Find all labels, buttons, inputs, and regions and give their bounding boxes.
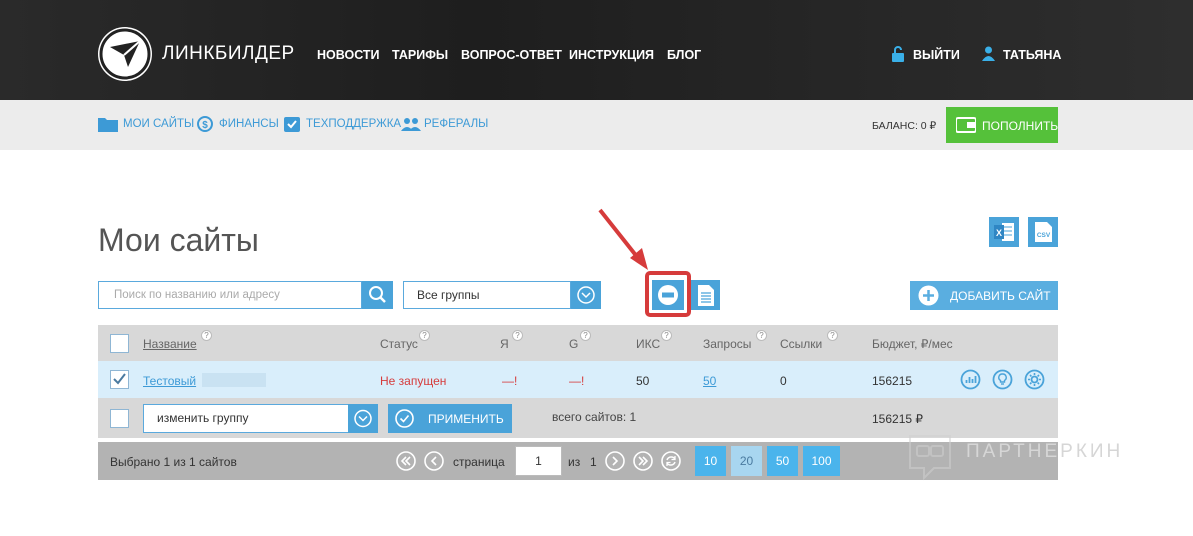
per-page-20[interactable]: 20: [731, 446, 762, 476]
nav-tariffs[interactable]: ТАРИФЫ: [392, 48, 448, 62]
add-site-label: ДОБАВИТЬ САЙТ: [950, 289, 1051, 303]
help-icon[interactable]: ?: [201, 330, 212, 341]
watermark-text: ПАРТНЕРКИН: [966, 441, 1124, 462]
apply-label: ПРИМЕНИТЬ: [428, 412, 504, 426]
change-group-select[interactable]: изменить группу: [143, 404, 349, 433]
help-icon[interactable]: ?: [580, 330, 591, 341]
svg-text:$: $: [202, 120, 208, 131]
chevron-down-icon: [354, 409, 372, 428]
column-iks: ИКС: [636, 337, 661, 351]
total-sites-text: всего сайтов: 1: [552, 410, 637, 424]
minus-circle-icon: [658, 285, 678, 305]
logo-icon[interactable]: [98, 27, 152, 81]
nav-news[interactable]: НОВОСТИ: [317, 48, 380, 62]
user-profile-link[interactable]: ТАТЬЯНА: [1003, 48, 1061, 62]
unlock-icon: [892, 46, 904, 62]
change-group-toggle[interactable]: [348, 404, 378, 433]
excel-icon: X: [994, 223, 1014, 241]
row-checkbox[interactable]: [110, 370, 129, 389]
report-button[interactable]: [691, 280, 720, 310]
column-requests: Запросы: [703, 337, 752, 351]
group-filter-toggle[interactable]: [571, 281, 601, 309]
add-site-button[interactable]: ДОБАВИТЬ САЙТ: [910, 281, 1058, 310]
dollar-icon: $: [197, 116, 213, 132]
apply-button[interactable]: ПРИМЕНИТЬ: [388, 404, 512, 433]
budget-value: 156215: [872, 374, 913, 388]
of-label: из: [568, 455, 581, 469]
column-links: Ссылки: [780, 337, 823, 351]
subnav-referrals[interactable]: РЕФЕРАЛЫ: [424, 118, 488, 130]
page-title: Мои сайты: [98, 222, 259, 258]
help-icon[interactable]: ?: [756, 330, 767, 341]
balance-text: БАЛАНС: 0 ₽: [872, 120, 937, 132]
user-icon: [982, 46, 995, 61]
document-icon: [698, 285, 714, 306]
page-label: страница: [453, 455, 505, 469]
yandex-value: —!: [502, 374, 518, 388]
first-page-icon[interactable]: [396, 451, 416, 471]
logo-text[interactable]: ЛИНКБИЛДЕР: [162, 43, 295, 65]
referrals-icon: [401, 118, 421, 131]
support-check-icon: [284, 117, 300, 132]
topup-button[interactable]: ПОПОЛНИТЬ: [946, 107, 1058, 143]
subnav-support[interactable]: ТЕХПОДДЕРЖКА: [306, 118, 401, 130]
iks-value: 50: [636, 374, 650, 388]
page-number-input[interactable]: 1: [515, 446, 562, 476]
column-status: Статус: [380, 337, 418, 351]
prev-page-icon[interactable]: [424, 451, 444, 471]
column-yandex: Я: [500, 337, 509, 351]
wallet-icon: [956, 117, 976, 133]
help-icon[interactable]: ?: [827, 330, 838, 341]
svg-text:X: X: [996, 228, 1002, 238]
column-name[interactable]: Название: [143, 337, 197, 351]
check-icon: [113, 373, 126, 385]
help-icon[interactable]: ?: [661, 330, 672, 341]
select-all-checkbox[interactable]: [110, 334, 129, 353]
column-google: G: [569, 337, 579, 351]
links-value: 0: [780, 374, 787, 388]
google-value: —!: [569, 374, 585, 388]
status-text: Не запущен: [380, 374, 447, 388]
search-input[interactable]: Поиск по названию или адресу: [98, 281, 362, 309]
column-budget: Бюджет, ₽/мес: [872, 337, 953, 351]
nav-faq[interactable]: ВОПРОС-ОТВЕТ: [461, 48, 562, 62]
nav-blog[interactable]: БЛОГ: [667, 48, 701, 62]
plus-circle-icon: [918, 285, 939, 306]
remove-selected-button[interactable]: [652, 280, 684, 310]
stats-icon[interactable]: [960, 369, 981, 390]
gear-icon[interactable]: [1024, 369, 1045, 390]
requests-link[interactable]: 50: [703, 374, 716, 388]
bulk-checkbox[interactable]: [110, 409, 129, 428]
nav-instructions[interactable]: ИНСТРУКЦИЯ: [569, 48, 654, 62]
topup-label: ПОПОЛНИТЬ: [982, 119, 1059, 133]
subnav-finances[interactable]: ФИНАНСЫ: [219, 118, 279, 130]
per-page-50[interactable]: 50: [767, 446, 798, 476]
blurred-url: [202, 373, 266, 387]
last-page-icon[interactable]: [633, 451, 653, 471]
chevron-down-icon: [577, 286, 595, 304]
lightbulb-icon[interactable]: [992, 369, 1013, 390]
help-icon[interactable]: ?: [419, 330, 430, 341]
folder-icon: [98, 118, 118, 132]
site-name-link[interactable]: Тестовый: [143, 374, 196, 388]
help-icon[interactable]: ?: [512, 330, 523, 341]
total-budget-text: 156215 ₽: [872, 412, 924, 426]
svg-text:CSV: CSV: [1037, 232, 1051, 239]
csv-icon: CSV: [1035, 222, 1052, 242]
total-pages: 1: [590, 455, 597, 469]
check-circle-icon: [395, 409, 414, 428]
per-page-100[interactable]: 100: [803, 446, 840, 476]
next-page-icon[interactable]: [605, 451, 625, 471]
export-csv-button[interactable]: CSV: [1028, 217, 1058, 247]
subnav-my-sites[interactable]: МОИ САЙТЫ: [123, 118, 194, 130]
selected-count-text: Выбрано 1 из 1 сайтов: [110, 455, 237, 469]
refresh-icon[interactable]: [661, 451, 681, 471]
export-excel-button[interactable]: X: [989, 217, 1019, 247]
search-icon: [369, 286, 386, 303]
group-filter-select[interactable]: Все группы: [403, 281, 571, 309]
annotation-arrow: [598, 208, 648, 270]
search-button[interactable]: [362, 281, 393, 309]
logout-link[interactable]: ВЫЙТИ: [913, 48, 960, 62]
per-page-10[interactable]: 10: [695, 446, 726, 476]
